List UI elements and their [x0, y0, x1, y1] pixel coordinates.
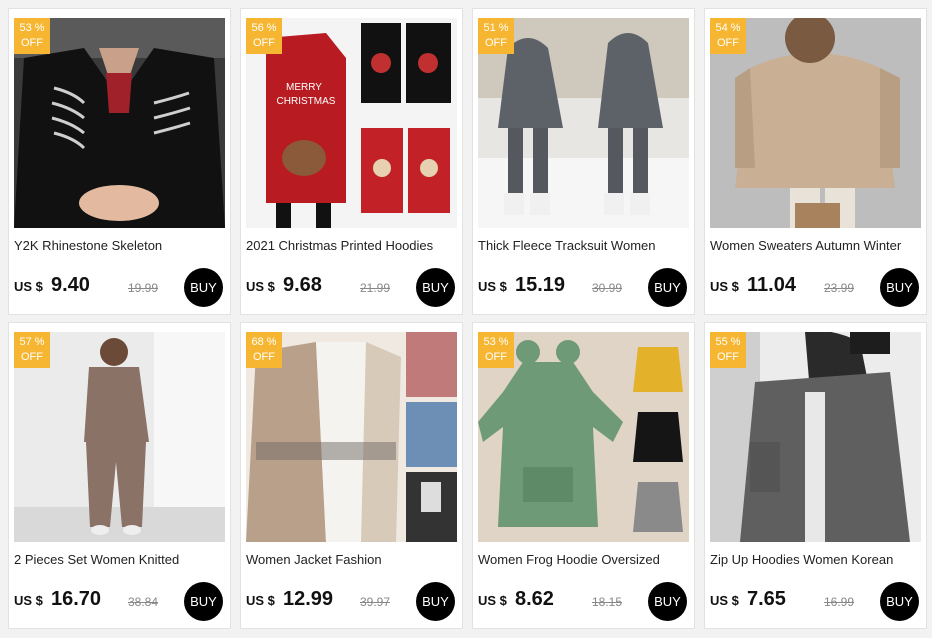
sale-price: 9.68	[283, 274, 322, 296]
buy-button[interactable]: BUY	[184, 268, 223, 307]
currency-label: US $	[478, 593, 507, 608]
product-card[interactable]: 57 % OFF 2 Pieces Set Women Knitted US $…	[8, 322, 231, 629]
discount-badge: 57 % OFF	[14, 332, 50, 368]
discount-off-label: OFF	[717, 351, 739, 363]
sale-price: 12.99	[283, 588, 334, 610]
product-title[interactable]: Women Frog Hoodie Oversized	[478, 552, 690, 567]
buy-button[interactable]: BUY	[416, 268, 455, 307]
product-card[interactable]: 53 % OFF Y2K Rhinestone Skeleton US $ 9.…	[8, 8, 231, 315]
discount-off-label: OFF	[485, 351, 507, 363]
sale-price: 15.19	[515, 274, 566, 296]
sale-price: 7.65	[747, 588, 786, 610]
original-price: 16.99	[824, 595, 855, 609]
product-image[interactable]: 55 % OFF	[710, 332, 921, 542]
discount-badge: 53 % OFF	[14, 18, 50, 54]
product-card[interactable]: 55 % OFF Zip Up Hoodies Women Korean US …	[704, 322, 927, 629]
discount-percent: 56 %	[251, 22, 277, 34]
buy-button[interactable]: BUY	[648, 582, 687, 621]
sale-price: 9.40	[51, 274, 90, 296]
currency-label: US $	[14, 593, 43, 608]
original-price: 21.99	[360, 281, 391, 295]
discount-percent: 54 %	[715, 22, 741, 34]
original-price: 38.84	[128, 595, 159, 609]
sale-price: 8.62	[515, 588, 554, 610]
product-card[interactable]: 54 % OFF Women Sweaters Autumn Winter US…	[704, 8, 927, 315]
product-image[interactable]: 53 % OFF	[14, 18, 225, 228]
currency-label: US $	[14, 279, 43, 294]
currency-label: US $	[478, 279, 507, 294]
discount-percent: 57 %	[19, 336, 45, 348]
discount-percent: 55 %	[715, 336, 741, 348]
discount-percent: 68 %	[251, 336, 277, 348]
buy-button[interactable]: BUY	[648, 268, 687, 307]
currency-label: US $	[710, 279, 739, 294]
original-price: 39.97	[360, 595, 391, 609]
svg-text:MERRY: MERRY	[286, 82, 322, 93]
buy-button[interactable]: BUY	[416, 582, 455, 621]
original-price: 23.99	[824, 281, 855, 295]
product-title[interactable]: 2 Pieces Set Women Knitted	[14, 552, 226, 567]
original-price: 19.99	[128, 281, 159, 295]
discount-percent: 53 %	[19, 22, 45, 34]
discount-badge: 56 % OFF	[246, 18, 282, 54]
discount-off-label: OFF	[253, 37, 275, 49]
product-card[interactable]: 53 % OFF Women Frog Hoodie Oversized US …	[472, 322, 695, 629]
original-price: 18.15	[592, 595, 623, 609]
product-image[interactable]: 51 % OFF	[478, 18, 689, 228]
discount-badge: 55 % OFF	[710, 332, 746, 368]
product-card[interactable]: MERRY CHRISTMAS 56 % OFF 2021 Christmas …	[240, 8, 463, 315]
discount-badge: 68 % OFF	[246, 332, 282, 368]
currency-label: US $	[246, 279, 275, 294]
discount-off-label: OFF	[21, 351, 43, 363]
currency-label: US $	[710, 593, 739, 608]
discount-off-label: OFF	[253, 351, 275, 363]
product-title[interactable]: Women Jacket Fashion	[246, 552, 458, 567]
discount-off-label: OFF	[717, 37, 739, 49]
discount-off-label: OFF	[21, 37, 43, 49]
product-image[interactable]: MERRY CHRISTMAS 56 % OFF	[246, 18, 457, 228]
svg-text:CHRISTMAS: CHRISTMAS	[277, 96, 336, 107]
product-image[interactable]: 57 % OFF	[14, 332, 225, 542]
product-image[interactable]: 68 % OFF	[246, 332, 457, 542]
product-title[interactable]: Zip Up Hoodies Women Korean	[710, 552, 922, 567]
buy-button[interactable]: BUY	[880, 582, 919, 621]
product-image[interactable]: 53 % OFF	[478, 332, 689, 542]
discount-badge: 53 % OFF	[478, 332, 514, 368]
buy-button[interactable]: BUY	[880, 268, 919, 307]
discount-badge: 51 % OFF	[478, 18, 514, 54]
sale-price: 16.70	[51, 588, 102, 610]
product-card[interactable]: 68 % OFF Women Jacket Fashion US $ 12.99…	[240, 322, 463, 629]
currency-label: US $	[246, 593, 275, 608]
product-title[interactable]: Thick Fleece Tracksuit Women	[478, 238, 690, 253]
buy-button[interactable]: BUY	[184, 582, 223, 621]
product-grid: 53 % OFF Y2K Rhinestone Skeleton US $ 9.…	[8, 8, 927, 629]
discount-off-label: OFF	[485, 37, 507, 49]
discount-percent: 51 %	[483, 22, 509, 34]
product-image[interactable]: 54 % OFF	[710, 18, 921, 228]
product-title[interactable]: Women Sweaters Autumn Winter	[710, 238, 922, 253]
product-title[interactable]: Y2K Rhinestone Skeleton	[14, 238, 226, 253]
product-title[interactable]: 2021 Christmas Printed Hoodies	[246, 238, 458, 253]
original-price: 30.99	[592, 281, 623, 295]
discount-badge: 54 % OFF	[710, 18, 746, 54]
discount-percent: 53 %	[483, 336, 509, 348]
sale-price: 11.04	[747, 274, 796, 296]
product-card[interactable]: 51 % OFF Thick Fleece Tracksuit Women US…	[472, 8, 695, 315]
